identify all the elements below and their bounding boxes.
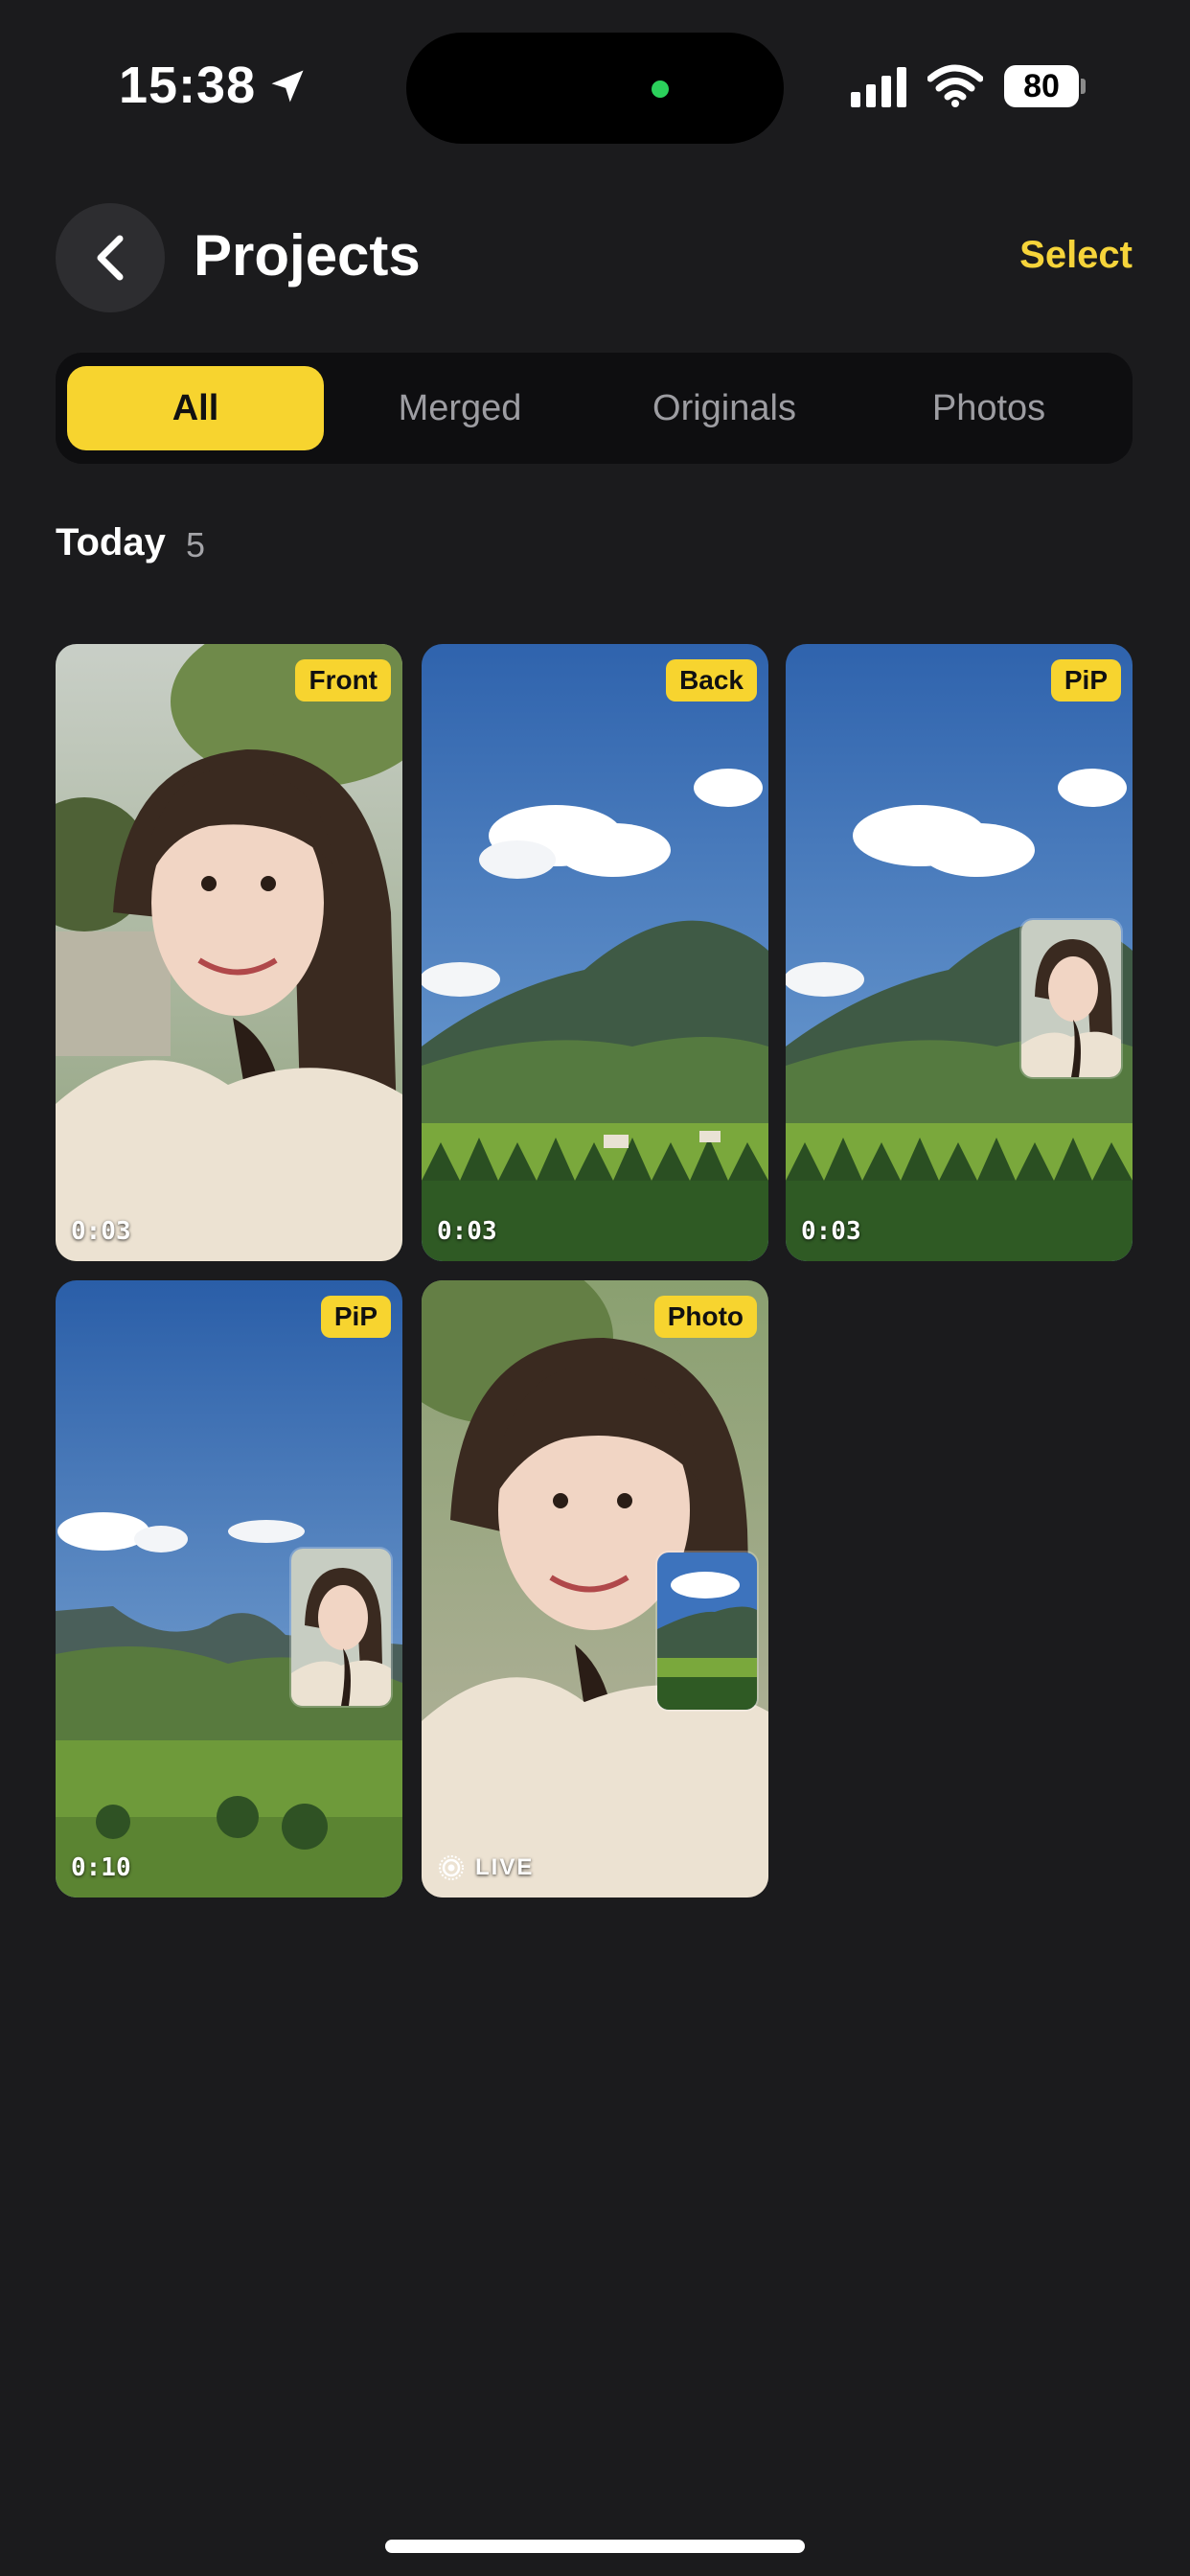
signal-icon (851, 67, 906, 107)
badge: Front (295, 659, 391, 702)
tab-originals[interactable]: Originals (596, 366, 853, 450)
badge: PiP (320, 1296, 391, 1338)
duration: 0:10 (71, 1853, 131, 1882)
duration: 0:03 (71, 1217, 131, 1246)
pip-selfie-inset (1021, 920, 1121, 1077)
section-title: Today (56, 521, 166, 564)
selfie-thumbnail (56, 644, 402, 1261)
duration: 0:03 (801, 1217, 861, 1246)
pip-landscape-inset (657, 1552, 757, 1710)
select-button[interactable]: Select (1019, 234, 1133, 277)
landscape-thumbnail (422, 644, 768, 1261)
location-arrow-icon (271, 70, 304, 103)
badge: PiP (1050, 659, 1121, 702)
battery-tip (1081, 79, 1086, 94)
back-button[interactable] (56, 203, 165, 312)
filter-segmented-control: All Merged Originals Photos (56, 353, 1133, 464)
badge: Photo (653, 1296, 757, 1338)
section-count: 5 (186, 525, 206, 564)
project-tile-photo[interactable]: Photo LIVE (422, 1280, 768, 1898)
live-label: LIVE (475, 1854, 535, 1880)
pip-selfie-inset (291, 1549, 391, 1706)
page-title: Projects (194, 223, 421, 288)
project-tile-pip[interactable]: PiP 0:10 (56, 1280, 402, 1898)
back-chevron-icon (97, 235, 124, 281)
status-time: 15:38 (119, 57, 257, 114)
badge: Back (666, 659, 757, 702)
live-photo-icon (439, 1855, 464, 1880)
tab-merged[interactable]: Merged (332, 366, 588, 450)
project-tile-pip[interactable]: PiP 0:03 (786, 644, 1133, 1261)
live-indicator: LIVE (437, 1853, 534, 1882)
project-tile-back[interactable]: Back 0:03 (422, 644, 768, 1261)
duration: 0:03 (437, 1217, 497, 1246)
battery-icon: 80 (1004, 65, 1086, 107)
wifi-icon (927, 64, 983, 107)
tab-photos[interactable]: Photos (860, 366, 1117, 450)
camera-indicator-dot (652, 80, 669, 98)
tab-all[interactable]: All (67, 366, 324, 450)
dynamic-island (406, 33, 784, 144)
battery-level: 80 (1004, 65, 1079, 107)
project-tile-front[interactable]: Front 0:03 (56, 644, 402, 1261)
home-indicator[interactable] (385, 2540, 805, 2553)
